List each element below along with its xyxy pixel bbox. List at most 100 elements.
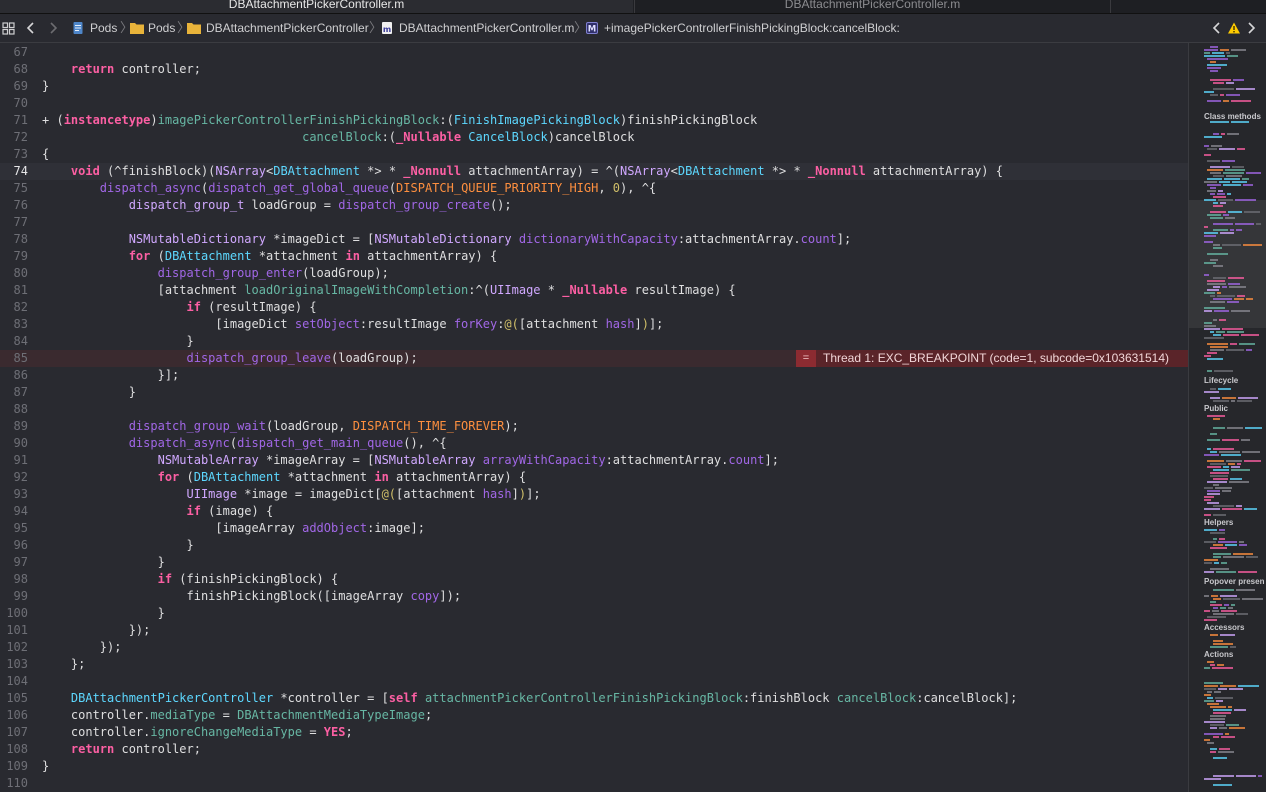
code-line[interactable]: 89 dispatch_group_wait(loadGroup, DISPAT… [0,418,1188,435]
line-number[interactable]: 79 [0,248,28,265]
line-number[interactable]: 95 [0,520,28,537]
line-number[interactable]: 81 [0,282,28,299]
code-line[interactable]: 74 void (^finishBlock)(NSArray<DBAttachm… [0,163,1188,180]
line-number[interactable]: 101 [0,622,28,639]
minimap[interactable]: Class methods Lifecycle Public Helpers P… [1188,43,1266,792]
code-line[interactable]: 92 for (DBAttachment *attachment in atta… [0,469,1188,486]
line-number[interactable]: 102 [0,639,28,656]
minimap-visible-region[interactable] [1189,200,1266,328]
code-text[interactable]: if (resultImage) { [42,299,317,316]
line-number[interactable]: 94 [0,503,28,520]
code-line[interactable]: 103 }; [0,656,1188,673]
code-text[interactable]: }; [42,656,85,673]
code-text[interactable]: }); [42,622,151,639]
grid-icon[interactable] [2,14,15,42]
line-number[interactable]: 71 [0,112,28,129]
line-number[interactable]: 69 [0,78,28,95]
code-line[interactable]: 96 } [0,537,1188,554]
code-line[interactable]: 70 [0,95,1188,112]
code-line[interactable]: 110 [0,775,1188,792]
line-number[interactable]: 106 [0,707,28,724]
code-text[interactable]: dispatch_group_enter(loadGroup); [42,265,389,282]
code-text[interactable]: for (DBAttachment *attachment in attachm… [42,469,527,486]
breadcrumb-pods-project[interactable]: Pods [90,14,117,42]
minimap-heading-public[interactable]: Public [1204,404,1228,413]
code-text[interactable]: finishPickingBlock([imageArray copy]); [42,588,461,605]
code-line[interactable]: 106 controller.mediaType = DBAttachmentM… [0,707,1188,724]
line-number[interactable]: 85 [0,350,28,367]
code-line[interactable]: 93 UIImage *image = imageDict[@([attachm… [0,486,1188,503]
code-text[interactable]: } [42,333,193,350]
code-text[interactable]: }]; [42,367,180,384]
code-line[interactable]: 73 { [0,146,1188,163]
code-text[interactable]: controller.mediaType = DBAttachmentMedia… [42,707,432,724]
code-line[interactable]: 105 DBAttachmentPickerController *contro… [0,690,1188,707]
line-number[interactable]: 73 [0,146,28,163]
code-line[interactable]: 100 } [0,605,1188,622]
code-line[interactable]: 81 [attachment loadOriginalImageWithComp… [0,282,1188,299]
line-number[interactable]: 103 [0,656,28,673]
line-number[interactable]: 96 [0,537,28,554]
line-number[interactable]: 105 [0,690,28,707]
code-editor[interactable]: 67 68 return controller; 69} 70 71 + (instanc… [0,43,1188,792]
line-number[interactable]: 70 [0,95,28,112]
tab-inactive-file[interactable]: DBAttachmentPickerController.m [634,0,1111,13]
code-text[interactable]: return controller; [42,741,201,758]
line-number[interactable]: 83 [0,316,28,333]
minimap-heading-lifecycle[interactable]: Lifecycle [1204,376,1238,385]
line-number[interactable]: 108 [0,741,28,758]
code-text[interactable]: cancelBlock:(_Nullable CancelBlock)cance… [42,129,634,146]
code-text[interactable]: dispatch_async(dispatch_get_global_queue… [42,180,656,197]
code-text[interactable]: return controller; [42,61,201,78]
code-text[interactable]: dispatch_group_wait(loadGroup, DISPATCH_… [42,418,519,435]
breadcrumb-group[interactable]: DBAttachmentPickerController [206,14,369,42]
code-line[interactable]: 71 + (instancetype)imagePickerControllerF… [0,112,1188,129]
line-number[interactable]: 107 [0,724,28,741]
line-number[interactable]: 97 [0,554,28,571]
code-line[interactable]: 88 [0,401,1188,418]
code-line[interactable]: 87 } [0,384,1188,401]
code-text[interactable]: [attachment loadOriginalImageWithComplet… [42,282,736,299]
code-line[interactable]: 79 for (DBAttachment *attachment in atta… [0,248,1188,265]
code-text[interactable]: } [42,537,193,554]
breadcrumb-pods-group[interactable]: Pods [148,14,175,42]
code-line[interactable]: 77 [0,214,1188,231]
code-line[interactable]: 76 dispatch_group_t loadGroup = dispatch… [0,197,1188,214]
line-number[interactable]: 89 [0,418,28,435]
line-number[interactable]: 75 [0,180,28,197]
line-number[interactable]: 98 [0,571,28,588]
code-line[interactable]: 107 controller.ignoreChangeMediaType = Y… [0,724,1188,741]
code-text[interactable]: void (^finishBlock)(NSArray<DBAttachment… [42,163,1003,180]
line-number[interactable]: 90 [0,435,28,452]
code-line[interactable]: 84 } [0,333,1188,350]
line-number[interactable]: 84 [0,333,28,350]
line-number[interactable]: 76 [0,197,28,214]
code-text[interactable]: } [42,605,165,622]
forward-arrow-icon[interactable] [47,14,59,42]
line-number[interactable]: 99 [0,588,28,605]
code-text[interactable]: } [42,384,136,401]
code-line[interactable]: 78 NSMutableDictionary *imageDict = [NSM… [0,231,1188,248]
code-text[interactable]: dispatch_group_leave(loadGroup); [42,350,418,367]
line-number[interactable]: 104 [0,673,28,690]
error-annotation[interactable]: = Thread 1: EXC_BREAKPOINT (code=1, subc… [796,350,1188,367]
line-number[interactable]: 78 [0,231,28,248]
code-line[interactable]: 95 [imageArray addObject:image]; [0,520,1188,537]
code-text[interactable]: + (instancetype)imagePickerControllerFin… [42,112,757,129]
line-number[interactable]: 68 [0,61,28,78]
line-number[interactable]: 88 [0,401,28,418]
code-line[interactable]: 108 return controller; [0,741,1188,758]
code-line[interactable]: 98 if (finishPickingBlock) { [0,571,1188,588]
code-text[interactable]: UIImage *image = imageDict[@([attachment… [42,486,541,503]
code-line[interactable]: 86 }]; [0,367,1188,384]
code-text[interactable]: [imageArray addObject:image]; [42,520,425,537]
code-line[interactable]: 80 dispatch_group_enter(loadGroup); [0,265,1188,282]
code-line[interactable]: 104 [0,673,1188,690]
next-issue-icon[interactable] [1245,14,1257,42]
line-number[interactable]: 77 [0,214,28,231]
code-line[interactable]: 101 }); [0,622,1188,639]
warning-icon[interactable] [1227,14,1241,42]
code-text[interactable]: if (finishPickingBlock) { [42,571,339,588]
code-line[interactable]: 75 dispatch_async(dispatch_get_global_qu… [0,180,1188,197]
code-text[interactable]: } [42,78,49,95]
